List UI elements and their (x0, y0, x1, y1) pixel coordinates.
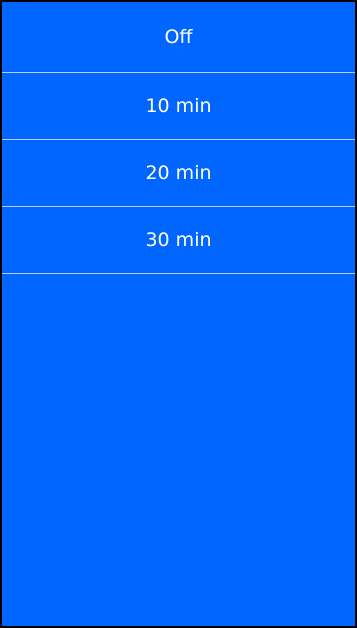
option-30-min[interactable]: 30 min (2, 207, 355, 274)
option-label: 10 min (145, 95, 212, 117)
option-20-min[interactable]: 20 min (2, 140, 355, 207)
option-10-min[interactable]: 10 min (2, 73, 355, 140)
timer-options-panel: Off 10 min 20 min 30 min (0, 0, 357, 628)
option-label: 30 min (145, 229, 212, 251)
option-label: Off (164, 26, 193, 48)
option-label: 20 min (145, 162, 212, 184)
option-off[interactable]: Off (2, 2, 355, 73)
options-list: Off 10 min 20 min 30 min (2, 2, 355, 274)
